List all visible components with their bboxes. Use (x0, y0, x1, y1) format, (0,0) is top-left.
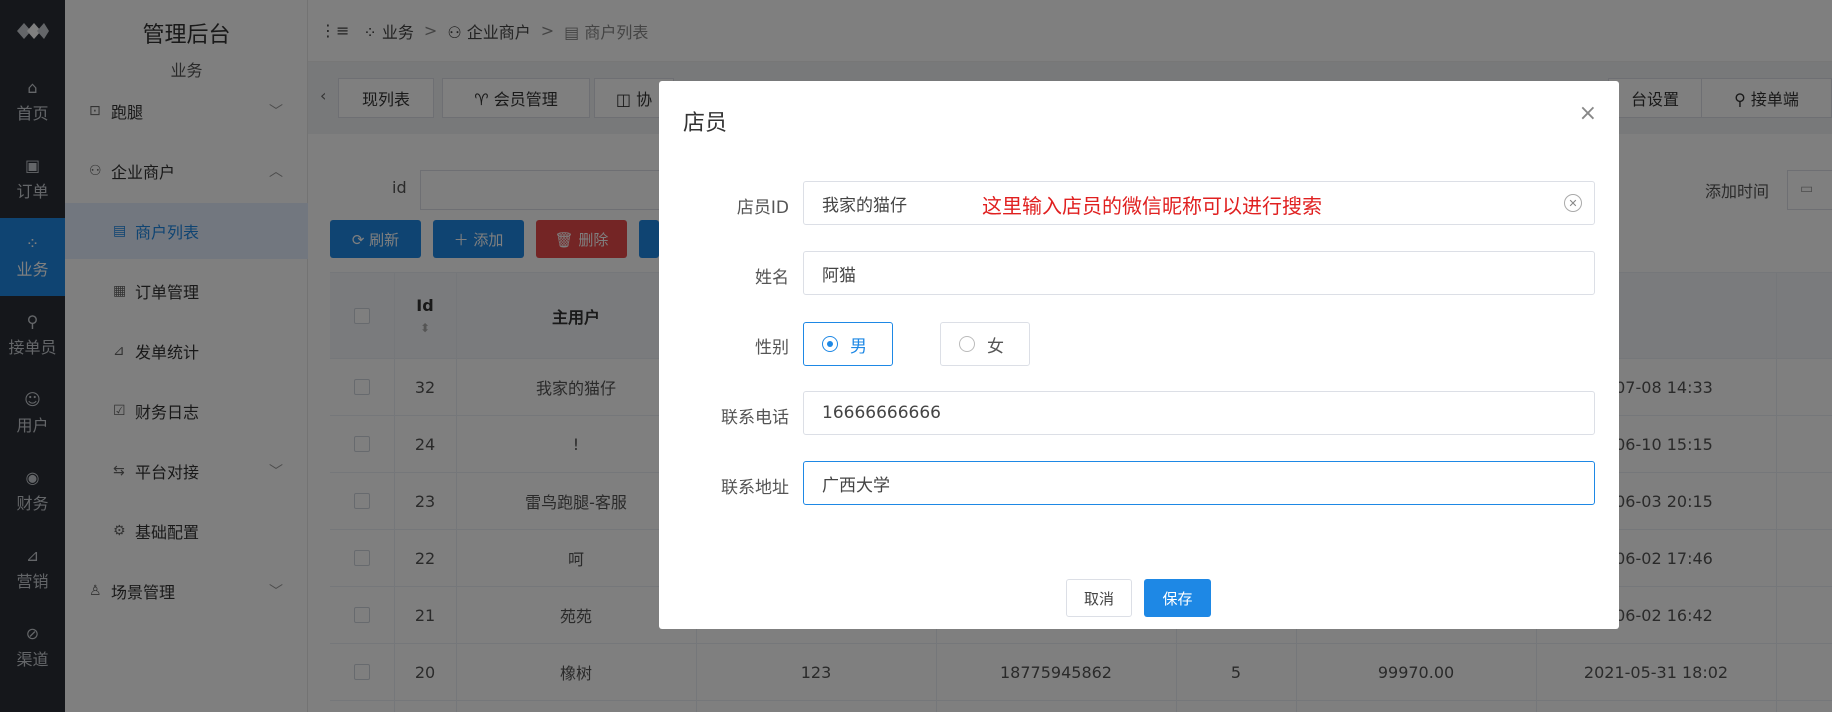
clerk-id-label: 店员ID (736, 198, 789, 218)
cancel-button[interactable]: 取消 (1066, 579, 1132, 617)
radio-label: 男 (850, 336, 867, 357)
name-value: 阿猫 (822, 265, 856, 286)
phone-label: 联系电话 (721, 408, 789, 428)
name-input[interactable]: 阿猫 (803, 251, 1595, 295)
save-button[interactable]: 保存 (1144, 579, 1211, 617)
radio-dot (959, 336, 975, 352)
clerk-dialog: 店员 × 店员ID 我家的猫仔 ✕ 这里输入店员的微信昵称可以进行搜索 姓名 阿… (659, 81, 1619, 629)
address-value: 广西大学 (822, 475, 890, 496)
close-icon[interactable]: × (1579, 101, 1597, 126)
phone-input[interactable]: 16666666666 (803, 391, 1595, 435)
phone-value: 16666666666 (822, 403, 941, 423)
gender-radio-male[interactable]: 男 (803, 322, 893, 366)
address-label: 联系地址 (721, 478, 789, 498)
radio-label: 女 (987, 336, 1004, 357)
name-label: 姓名 (755, 268, 789, 288)
radio-dot (822, 336, 838, 352)
clerk-id-value: 我家的猫仔 (822, 195, 907, 216)
address-input[interactable]: 广西大学 (803, 461, 1595, 505)
gender-label: 性别 (755, 338, 789, 358)
annotation-hint: 这里输入店员的微信昵称可以进行搜索 (982, 194, 1322, 218)
dialog-title: 店员 (683, 111, 728, 136)
gender-radio-female[interactable]: 女 (940, 322, 1030, 366)
clear-icon[interactable]: ✕ (1564, 194, 1582, 212)
